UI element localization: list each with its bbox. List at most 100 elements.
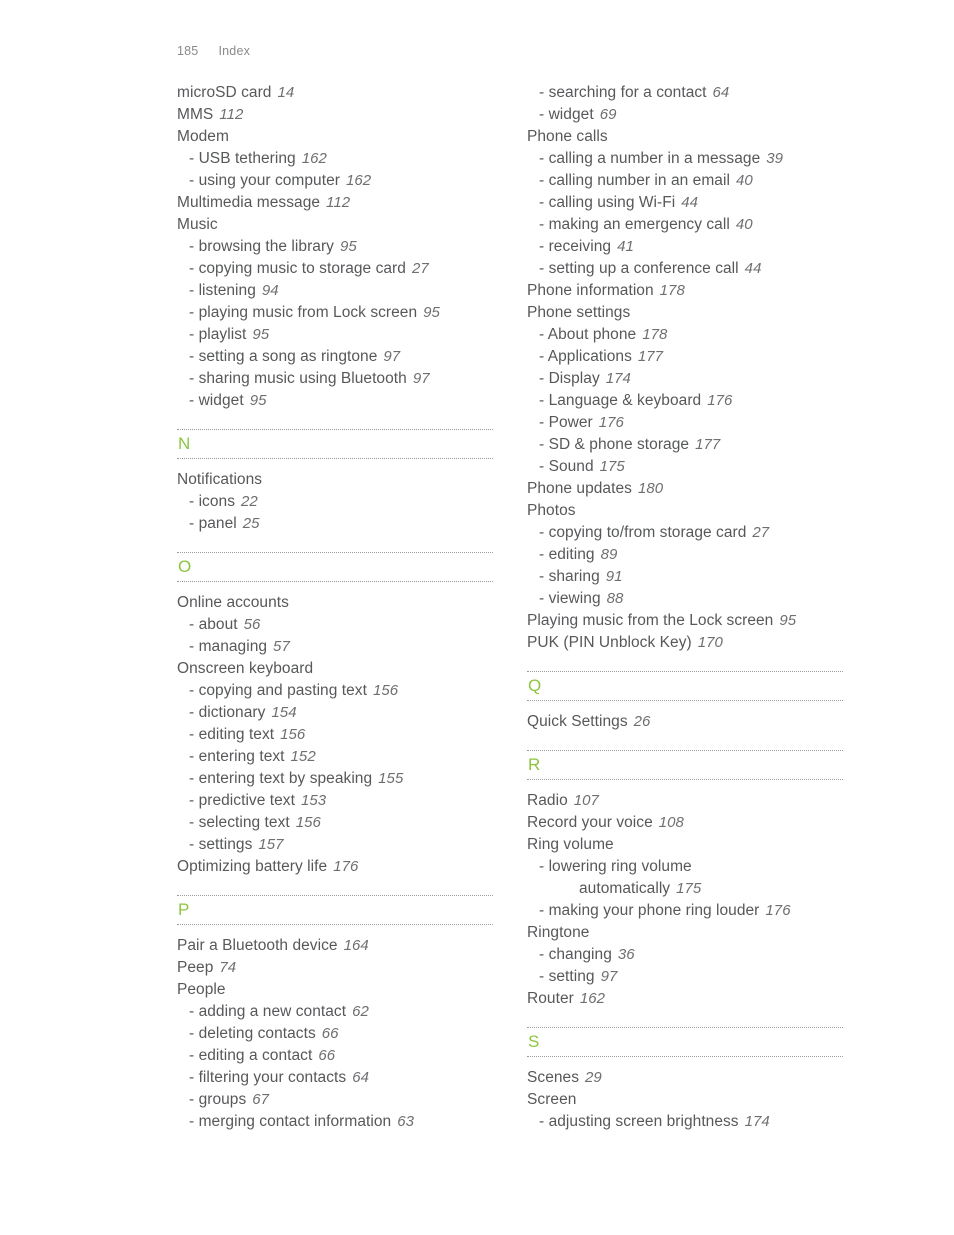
index-entry-page[interactable]: 66 xyxy=(322,1025,339,1042)
index-entry-page[interactable]: 157 xyxy=(258,836,283,853)
index-entry-page[interactable]: 95 xyxy=(423,304,440,321)
index-entry-page[interactable]: 88 xyxy=(607,590,624,607)
index-entry-page[interactable]: 40 xyxy=(736,216,753,233)
index-entry-page[interactable]: 95 xyxy=(779,612,796,629)
index-subentry[interactable]: - playing music from Lock screen 95 xyxy=(177,302,493,324)
index-entry-page[interactable]: 153 xyxy=(301,792,326,809)
index-entry-page[interactable]: 155 xyxy=(378,770,403,787)
index-entry[interactable]: Phone updates 180 xyxy=(527,478,843,500)
index-entry[interactable]: microSD card 14 xyxy=(177,82,493,104)
index-entry-page[interactable]: 156 xyxy=(280,726,305,743)
index-subentry[interactable]: - selecting text 156 xyxy=(177,812,493,834)
index-subentry[interactable]: - changing 36 xyxy=(527,944,843,966)
index-entry[interactable]: Scenes 29 xyxy=(527,1067,843,1089)
index-subentry[interactable]: - panel 25 xyxy=(177,513,493,535)
index-entry[interactable]: Multimedia message 112 xyxy=(177,192,493,214)
index-entry[interactable]: Ringtone xyxy=(527,922,843,944)
index-entry-page[interactable]: 178 xyxy=(660,282,685,299)
index-entry-page[interactable]: 177 xyxy=(638,348,663,365)
index-entry-page[interactable]: 95 xyxy=(340,238,357,255)
index-entry-page[interactable]: 156 xyxy=(296,814,321,831)
index-subentry[interactable]: - managing 57 xyxy=(177,636,493,658)
index-subentry[interactable]: - calling a number in a message 39 xyxy=(527,148,843,170)
index-entry-page[interactable]: 180 xyxy=(638,480,663,497)
index-entry-page[interactable]: 112 xyxy=(326,194,350,211)
index-entry-page[interactable]: 44 xyxy=(681,194,698,211)
index-entry[interactable]: Phone calls xyxy=(527,126,843,148)
index-entry-page[interactable]: 162 xyxy=(302,150,327,167)
index-entry[interactable]: Onscreen keyboard xyxy=(177,658,493,680)
index-subentry[interactable]: - sharing music using Bluetooth 97 xyxy=(177,368,493,390)
index-subentry[interactable]: - about 56 xyxy=(177,614,493,636)
index-subentry[interactable]: - making your phone ring louder 176 xyxy=(527,900,843,922)
index-subentry[interactable]: - browsing the library 95 xyxy=(177,236,493,258)
index-entry-page[interactable]: 89 xyxy=(601,546,618,563)
index-subentry[interactable]: - groups 67 xyxy=(177,1089,493,1111)
index-subentry[interactable]: - copying music to storage card 27 xyxy=(177,258,493,280)
index-entry-page[interactable]: 176 xyxy=(707,392,732,409)
index-entry[interactable]: Radio 107 xyxy=(527,790,843,812)
index-subentry[interactable]: - Display 174 xyxy=(527,368,843,390)
index-subentry[interactable]: - calling using Wi-Fi 44 xyxy=(527,192,843,214)
index-entry-page[interactable]: 22 xyxy=(241,493,258,510)
index-entry[interactable]: Screen xyxy=(527,1089,843,1111)
index-entry-page[interactable]: 74 xyxy=(219,959,236,976)
index-subentry[interactable]: - using your computer 162 xyxy=(177,170,493,192)
index-subentry[interactable]: - editing 89 xyxy=(527,544,843,566)
index-entry-page[interactable]: 39 xyxy=(766,150,783,167)
index-entry-page[interactable]: 66 xyxy=(318,1047,335,1064)
index-entry-page[interactable]: 176 xyxy=(333,858,358,875)
index-subentry[interactable]: - deleting contacts 66 xyxy=(177,1023,493,1045)
index-entry[interactable]: MMS 112 xyxy=(177,104,493,126)
index-entry[interactable]: Playing music from the Lock screen 95 xyxy=(527,610,843,632)
index-entry[interactable]: Modem xyxy=(177,126,493,148)
index-entry-page[interactable]: 91 xyxy=(606,568,623,585)
index-entry-page[interactable]: 178 xyxy=(642,326,667,343)
index-entry-page[interactable]: 67 xyxy=(252,1091,269,1108)
index-subentry[interactable]: - dictionary 154 xyxy=(177,702,493,724)
index-entry-page[interactable]: 170 xyxy=(698,634,723,651)
index-subentry[interactable]: - widget 95 xyxy=(177,390,493,412)
index-entry-page[interactable]: 63 xyxy=(397,1113,414,1130)
index-entry[interactable]: Photos xyxy=(527,500,843,522)
index-subentry[interactable]: - lowering ring volume xyxy=(527,856,843,878)
index-entry-page[interactable]: 44 xyxy=(745,260,762,277)
index-entry-page[interactable]: 97 xyxy=(601,968,618,985)
index-entry-page[interactable]: 41 xyxy=(617,238,634,255)
index-subentry[interactable]: - editing a contact 66 xyxy=(177,1045,493,1067)
index-entry-page[interactable]: 26 xyxy=(634,713,651,730)
index-subentry[interactable]: - adjusting screen brightness 174 xyxy=(527,1111,843,1133)
index-subentry[interactable]: - calling number in an email 40 xyxy=(527,170,843,192)
index-entry-page[interactable]: 108 xyxy=(659,814,684,831)
index-subentry[interactable]: - Language & keyboard 176 xyxy=(527,390,843,412)
index-entry-page[interactable]: 25 xyxy=(243,515,260,532)
index-entry[interactable]: Notifications xyxy=(177,469,493,491)
index-entry-page[interactable]: 57 xyxy=(273,638,290,655)
index-subentry[interactable]: - searching for a contact 64 xyxy=(527,82,843,104)
index-subentry[interactable]: - setting up a conference call 44 xyxy=(527,258,843,280)
index-subentry[interactable]: - filtering your contacts 64 xyxy=(177,1067,493,1089)
index-entry-page[interactable]: 27 xyxy=(752,524,769,541)
index-subentry[interactable]: - merging contact information 63 xyxy=(177,1111,493,1133)
index-subentry[interactable]: - Applications 177 xyxy=(527,346,843,368)
index-entry-page[interactable]: 174 xyxy=(745,1113,770,1130)
index-subentry[interactable]: - adding a new contact 62 xyxy=(177,1001,493,1023)
index-entry-page[interactable]: 95 xyxy=(250,392,267,409)
index-entry-page[interactable]: 62 xyxy=(352,1003,369,1020)
index-entry[interactable]: Router 162 xyxy=(527,988,843,1010)
index-subentry[interactable]: - copying and pasting text 156 xyxy=(177,680,493,702)
index-entry-page[interactable]: 176 xyxy=(765,902,790,919)
index-entry-page[interactable]: 36 xyxy=(618,946,635,963)
index-entry-page[interactable]: 27 xyxy=(412,260,429,277)
index-subentry[interactable]: - widget 69 xyxy=(527,104,843,126)
index-subentry[interactable]: - receiving 41 xyxy=(527,236,843,258)
index-subentry[interactable]: - copying to/from storage card 27 xyxy=(527,522,843,544)
index-entry-page[interactable]: 164 xyxy=(344,937,369,954)
index-entry-page[interactable]: 175 xyxy=(676,880,701,897)
index-entry-page[interactable]: 69 xyxy=(600,106,617,123)
index-entry[interactable]: Phone information 178 xyxy=(527,280,843,302)
index-subentry[interactable]: - listening 94 xyxy=(177,280,493,302)
index-subentry[interactable]: - entering text by speaking 155 xyxy=(177,768,493,790)
index-entry[interactable]: Peep 74 xyxy=(177,957,493,979)
index-entry-page[interactable]: 174 xyxy=(606,370,631,387)
